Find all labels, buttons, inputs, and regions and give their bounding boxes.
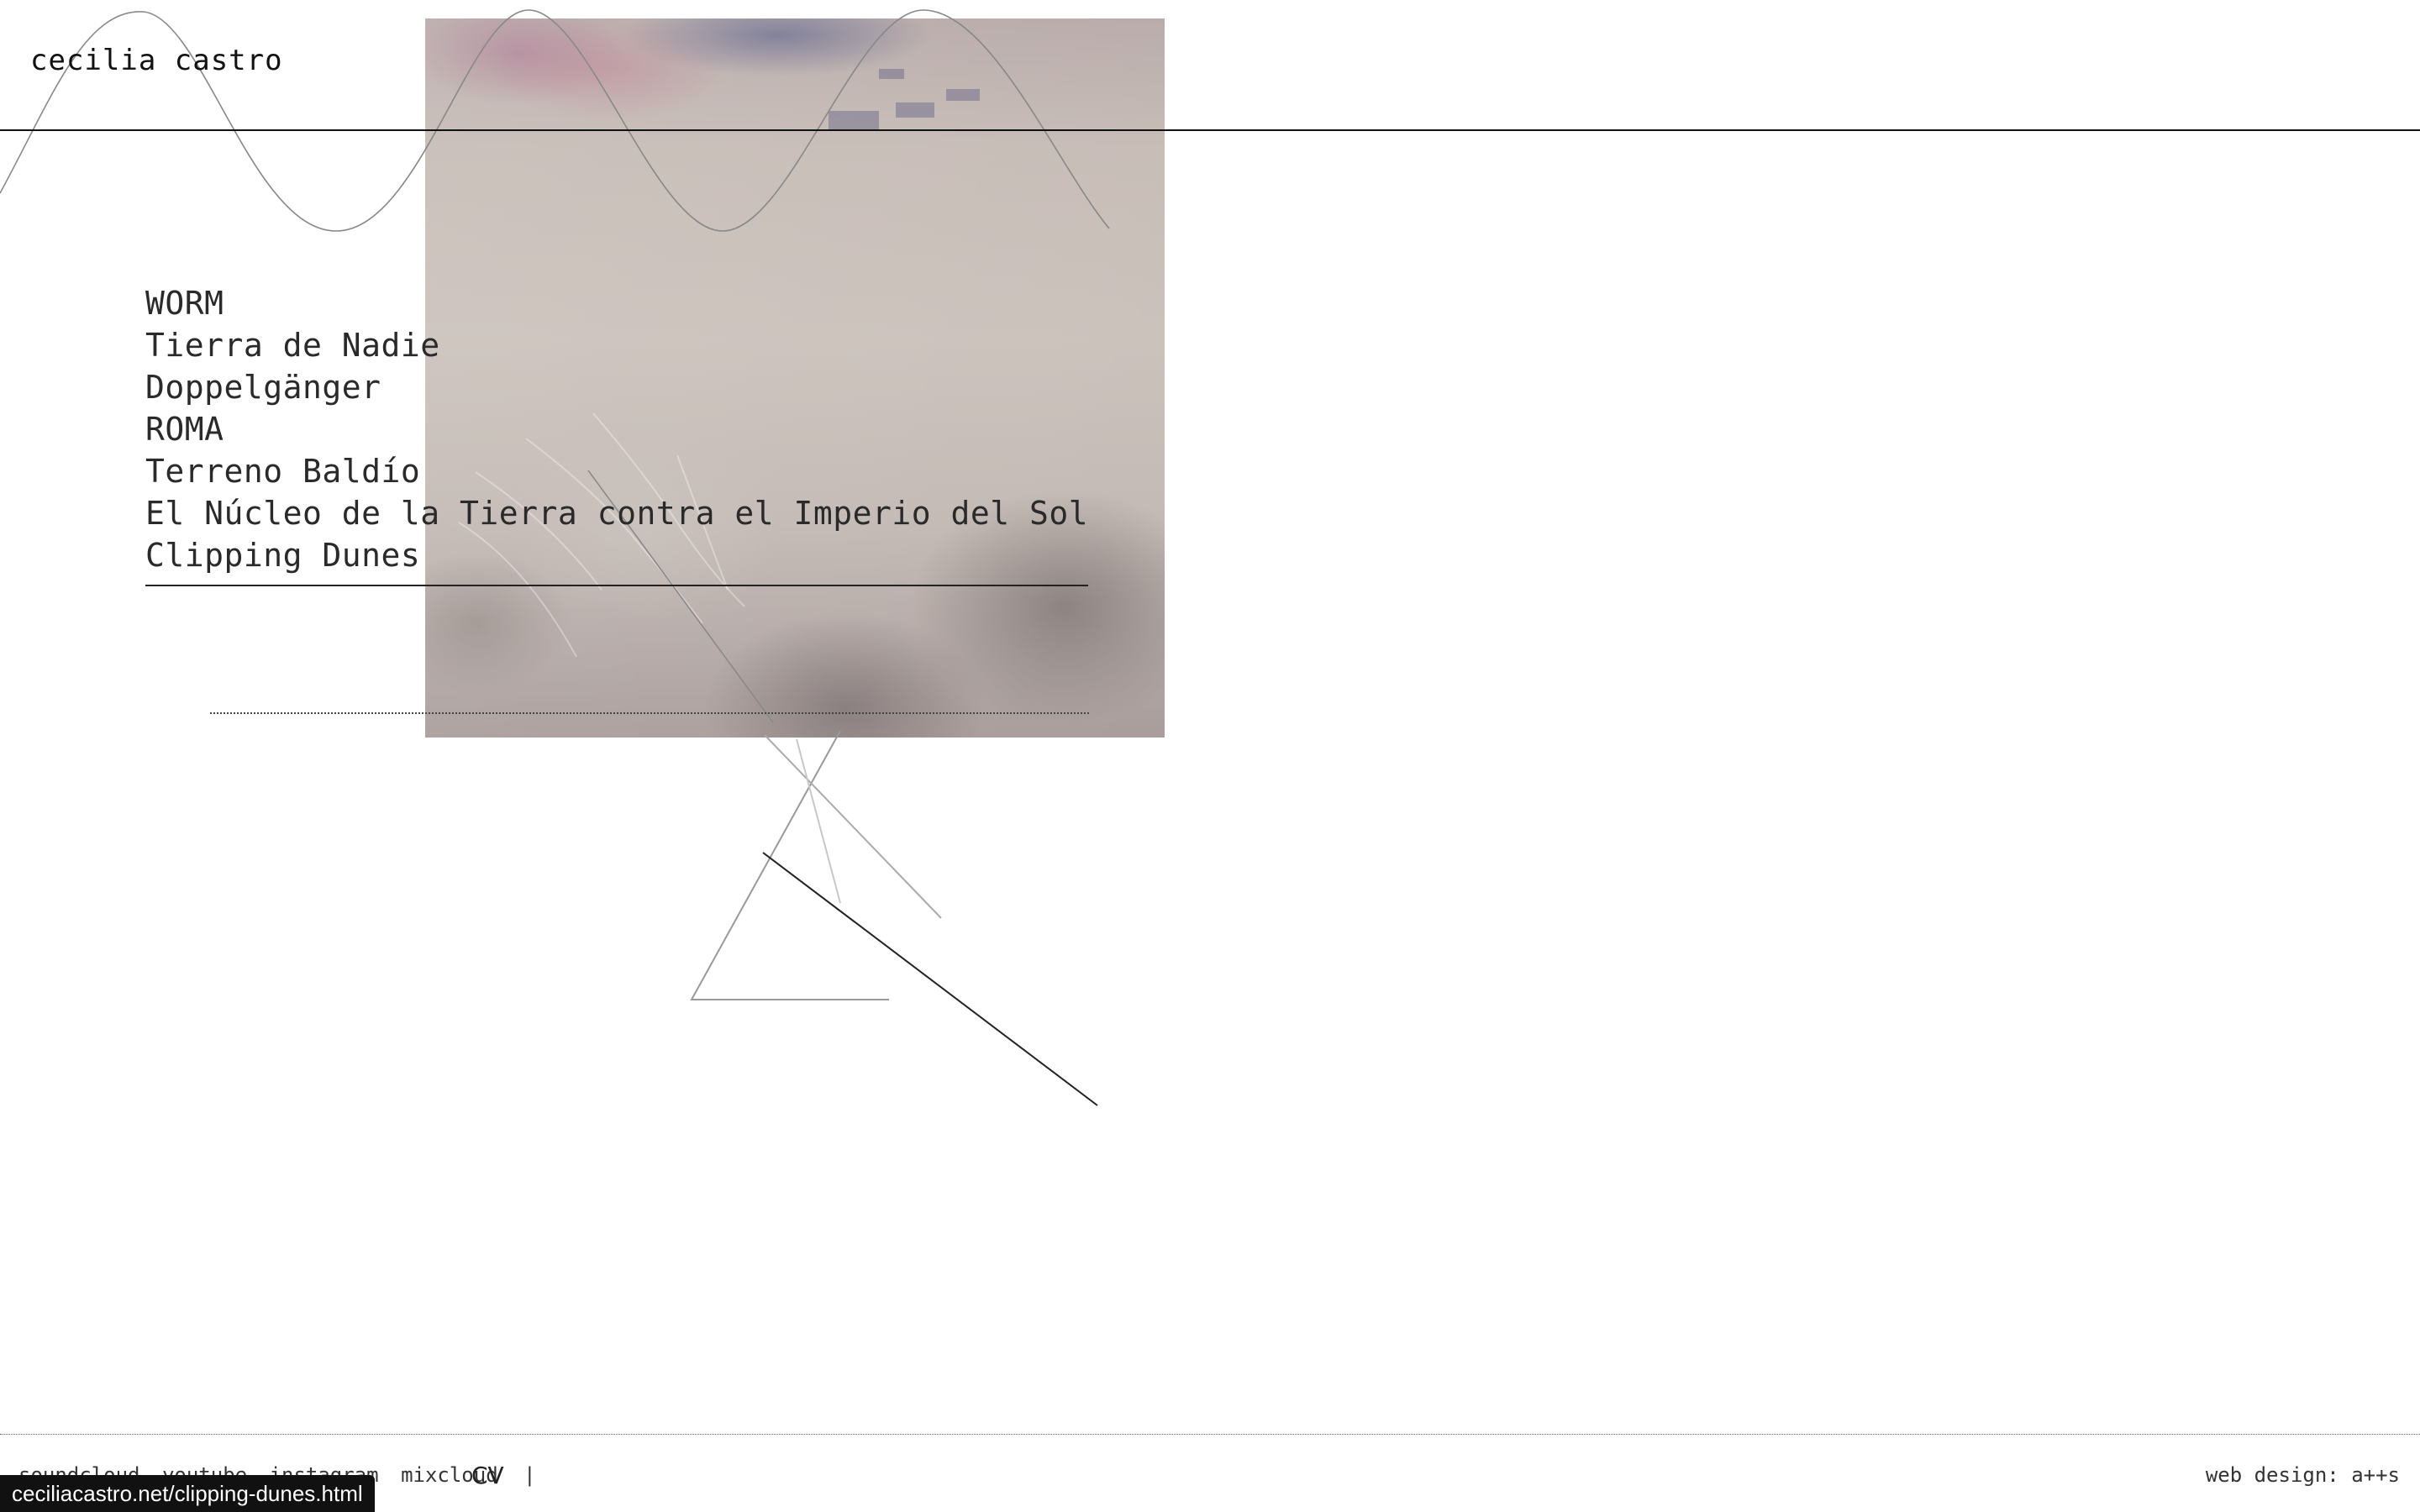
decorative-lines xyxy=(0,9,1110,1106)
status-bar-url: ceciliacastro.net/clipping-dunes.html xyxy=(0,1475,375,1512)
project-item-worm[interactable]: WORM xyxy=(145,282,1088,324)
project-link[interactable]: ROMA xyxy=(145,408,1088,450)
project-link[interactable]: Tierra de Nadie xyxy=(145,324,1088,366)
project-link[interactable]: Terreno Baldío xyxy=(145,450,1088,492)
triangle-outline xyxy=(690,730,889,1000)
web-design-credit[interactable]: web design: a++s xyxy=(2206,1463,2400,1487)
dotted-divider xyxy=(210,712,1089,714)
cv-link[interactable]: CV xyxy=(471,1462,504,1489)
project-item-doppelganger[interactable]: Doppelgänger xyxy=(145,366,1088,408)
footer-divider xyxy=(0,1434,2420,1435)
list-underline xyxy=(145,585,1088,586)
header-divider xyxy=(0,129,2420,131)
project-link[interactable]: El Núcleo de la Tierra contra el Imperio… xyxy=(145,492,1088,534)
project-list: WORM Tierra de Nadie Doppelgänger ROMA T… xyxy=(145,282,1088,576)
project-link[interactable]: WORM xyxy=(145,282,1088,324)
dark-line xyxy=(762,852,1098,1106)
project-item-roma[interactable]: ROMA xyxy=(145,408,1088,450)
thin-line-a xyxy=(764,734,942,919)
project-link[interactable]: Clipping Dunes xyxy=(145,534,1088,576)
project-link[interactable]: Doppelgänger xyxy=(145,366,1088,408)
project-item-clipping-dunes[interactable]: Clipping Dunes xyxy=(145,534,1088,576)
thin-line-b xyxy=(796,738,841,904)
footer-separator: | xyxy=(523,1463,536,1487)
site-title[interactable]: cecilia castro xyxy=(30,44,283,77)
project-item-terreno-baldio[interactable]: Terreno Baldío xyxy=(145,450,1088,492)
project-item-el-nucleo[interactable]: El Núcleo de la Tierra contra el Imperio… xyxy=(145,492,1088,534)
project-item-tierra-de-nadie[interactable]: Tierra de Nadie xyxy=(145,324,1088,366)
